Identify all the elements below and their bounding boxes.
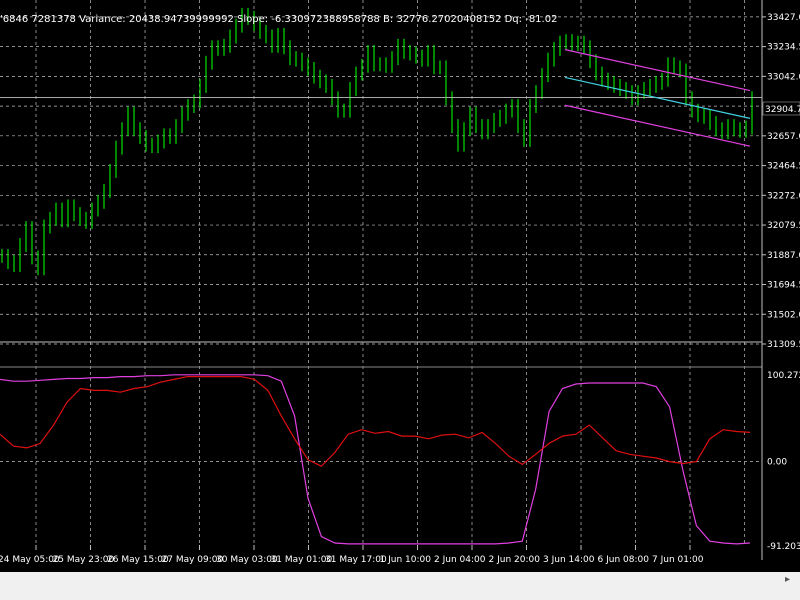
price-axis: 33427.033234.533042.032849.532657.032464… bbox=[762, 13, 800, 552]
time-tick-label: 27 May 09:00 bbox=[162, 555, 224, 565]
price-tick-label: 32464.5 bbox=[767, 162, 800, 172]
regression-channel bbox=[0, 49, 762, 147]
indicator-info-text: '6846 7281378 Variance: 20438.9473999999… bbox=[0, 14, 558, 25]
time-tick-label: 30 May 03:00 bbox=[216, 555, 278, 565]
oscillator-panel bbox=[0, 374, 751, 545]
scroll-right-arrow-icon[interactable]: ▸ bbox=[785, 574, 790, 585]
price-bars bbox=[1, 7, 753, 276]
chart-canvas[interactable]: 33427.033234.533042.032849.532657.032464… bbox=[0, 0, 800, 572]
chart-window[interactable]: 33427.033234.533042.032849.532657.032464… bbox=[0, 0, 800, 600]
time-tick-label: 26 May 15:00 bbox=[107, 555, 169, 565]
osc-tick-label: -91.2035 bbox=[767, 542, 800, 552]
time-tick-label: 3 Jun 14:00 bbox=[543, 555, 595, 565]
price-tick-label: 33042.0 bbox=[767, 72, 800, 82]
current-price-label: 32904.7 bbox=[765, 105, 800, 115]
time-tick-label: 24 May 05:00 bbox=[0, 555, 60, 565]
time-tick-label: 25 May 23:00 bbox=[53, 555, 115, 565]
time-tick-label: 1 Jun 10:00 bbox=[380, 555, 432, 565]
grid bbox=[0, 0, 762, 545]
price-tick-label: 32079.5 bbox=[767, 221, 800, 231]
price-tick-label: 31309.5 bbox=[767, 340, 800, 350]
price-tick-label: 33427.0 bbox=[767, 13, 800, 23]
horizontal-scrollbar[interactable]: ▸ bbox=[0, 572, 800, 600]
time-tick-label: 2 Jun 20:00 bbox=[489, 555, 541, 565]
osc-tick-label: 100.272 bbox=[767, 371, 800, 381]
time-tick-label: 6 Jun 08:00 bbox=[598, 555, 650, 565]
price-tick-label: 32657.0 bbox=[767, 132, 800, 142]
time-tick-label: 31 May 17:00 bbox=[325, 555, 387, 565]
price-tick-label: 33234.5 bbox=[767, 43, 800, 53]
osc-tick-label: 0.00 bbox=[767, 458, 787, 468]
time-tick-label: 2 Jun 04:00 bbox=[434, 555, 486, 565]
price-tick-label: 31694.5 bbox=[767, 281, 800, 291]
time-tick-label: 7 Jun 01:00 bbox=[652, 555, 704, 565]
price-tick-label: 32272.0 bbox=[767, 191, 800, 201]
oscillator-line-osc_magenta bbox=[0, 374, 751, 545]
time-tick-label: 31 May 01:00 bbox=[271, 555, 333, 565]
oscillator-line-osc_red bbox=[0, 376, 751, 467]
price-tick-label: 31887.0 bbox=[767, 251, 800, 261]
channel-upper-line bbox=[564, 49, 751, 92]
price-tick-label: 31502.0 bbox=[767, 310, 800, 320]
time-axis: 24 May 05:0025 May 23:0026 May 15:0027 M… bbox=[0, 545, 704, 565]
